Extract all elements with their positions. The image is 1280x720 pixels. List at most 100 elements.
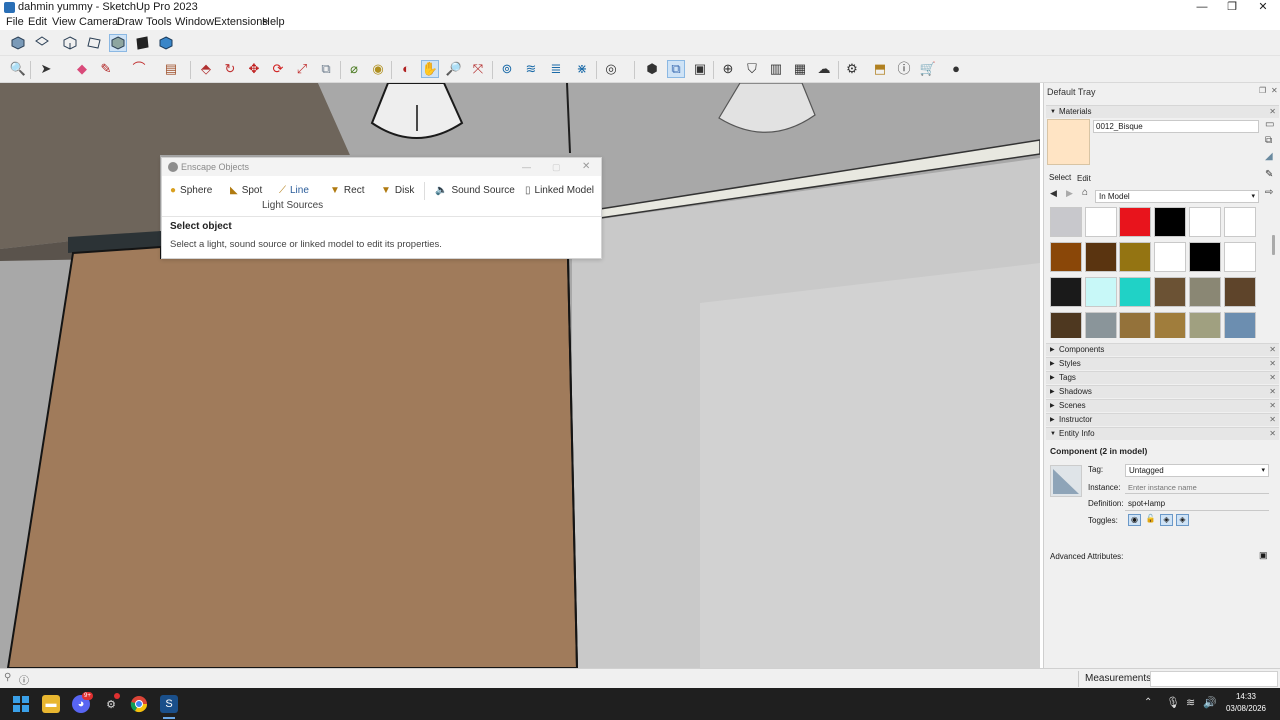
material-swatch[interactable] [1223,277,1256,307]
menu-window[interactable]: Window [175,15,214,30]
tray-close-icon[interactable]: ✕ [1271,86,1278,95]
minimize-icon[interactable]: — [1187,0,1217,15]
close-icon[interactable]: ✕ [1248,0,1278,15]
clock-time[interactable]: 14:33 [1226,692,1266,701]
material-swatch[interactable] [1050,312,1082,338]
tag-dropdown[interactable]: Untagged ▾ [1125,464,1269,477]
components-section-header[interactable]: ▶ Components ✕ [1046,343,1279,356]
menu-extensions[interactable]: Extensions [214,15,268,30]
menu-view[interactable]: View [52,15,76,30]
section-close-icon[interactable]: ✕ [1269,358,1276,370]
material-swatch[interactable] [1119,207,1152,237]
eraser-icon[interactable]: ◆ [73,60,91,78]
material-swatch[interactable] [1223,242,1256,272]
instructor-section-header[interactable]: ▶ Instructor ✕ [1046,413,1279,426]
rectangle-icon[interactable]: ▤ [162,60,180,78]
file-explorer-icon[interactable]: ▬ [42,695,60,713]
material-swatch[interactable] [1154,312,1187,338]
bottom-view-icon[interactable] [157,34,175,52]
enscape-upload-icon[interactable]: ☁ [815,60,833,78]
measurements-input[interactable] [1150,671,1278,687]
collection-dropdown[interactable]: In Model ▾ [1095,190,1259,203]
advanced-attributes-icon[interactable]: ▣ [1259,550,1268,561]
back-arrow-icon[interactable]: ◀ [1050,188,1057,199]
material-swatch[interactable] [1119,312,1152,338]
cast-shadows-toggle-icon[interactable]: ◈ [1160,514,1173,526]
enscape-objects-icon[interactable]: ⧉ [667,60,685,78]
push-pull-icon[interactable]: ⬘ [197,60,215,78]
enscape-views-icon[interactable]: ⛉ [743,60,761,78]
enscape-assets-icon[interactable]: ▥ [767,60,785,78]
sound-source-button[interactable]: 🔈 Sound Source [435,185,515,197]
arc-icon[interactable]: ⌒ [130,60,148,78]
material-swatch[interactable] [1119,242,1152,272]
enscape-account-icon[interactable]: ● [947,60,965,78]
create-material-icon[interactable]: ▭ [1265,119,1274,130]
extension-warehouse-icon[interactable]: ≋ [522,60,540,78]
definition-field[interactable]: spot+lamp [1125,498,1269,511]
dialog-close-icon[interactable]: ✕ [582,158,590,176]
material-swatch[interactable] [1188,312,1221,338]
menu-tools[interactable]: Tools [146,15,172,30]
visibility-toggle-icon[interactable]: ◉ [1128,514,1141,526]
material-swatch[interactable] [1188,277,1221,307]
sample-paint-icon[interactable]: ✎ [1265,169,1273,180]
spot-light-button[interactable]: ◣ Spot [230,185,262,197]
forward-arrow-icon[interactable]: ▶ [1066,188,1073,199]
enscape-start-icon[interactable]: ⬢ [643,60,661,78]
enscape-capture-icon[interactable]: ⬒ [871,60,889,78]
select-arrow-icon[interactable]: ➤ [37,60,55,78]
layout-icon[interactable]: ≣ [547,60,565,78]
enscape-cart-icon[interactable]: 🛒 [919,60,937,78]
info-icon[interactable]: ⓘ [19,672,29,687]
styles-section-header[interactable]: ▶ Styles ✕ [1046,357,1279,370]
materials-section-header[interactable]: ▼ Materials ✕ [1046,105,1279,118]
iso-view-icon[interactable] [9,34,27,52]
material-swatch[interactable] [1050,207,1082,237]
receive-shadows-toggle-icon[interactable]: ◈ [1176,514,1189,526]
pan-icon[interactable]: ✋ [421,60,439,78]
volume-icon[interactable]: 🔊 [1203,696,1217,709]
menu-edit[interactable]: Edit [28,15,47,30]
sphere-light-button[interactable]: ● Sphere [170,185,212,197]
search-icon[interactable]: 🔍 [9,60,27,78]
orbit-icon[interactable]: ◐ [397,60,415,78]
tags-section-header[interactable]: ▶ Tags ✕ [1046,371,1279,384]
tab-select[interactable]: Select [1049,173,1071,182]
tab-edit[interactable]: Edit [1077,174,1091,183]
scenes-section-header[interactable]: ▶ Scenes ✕ [1046,399,1279,412]
back-view-icon[interactable] [109,34,127,52]
section-close-icon[interactable]: ✕ [1269,106,1276,118]
extension-manager-icon[interactable]: ⋇ [573,60,591,78]
linked-model-button[interactable]: ▯ Linked Model [525,185,594,197]
dialog-maximize-icon[interactable]: ▢ [552,158,561,176]
default-material-icon[interactable]: ◢ [1265,151,1273,162]
material-swatch[interactable] [1188,207,1221,237]
wifi-icon[interactable]: ≋ [1186,696,1195,709]
enscape-add-icon[interactable]: ⊕ [719,60,737,78]
tray-pin-icon[interactable]: ❐ [1259,86,1266,95]
material-swatch[interactable] [1223,207,1256,237]
pencil-icon[interactable]: ✎ [97,60,115,78]
restore-icon[interactable]: ❐ [1217,0,1247,15]
front-view-icon[interactable] [61,34,79,52]
material-swatch[interactable] [1154,277,1187,307]
lock-toggle-icon[interactable]: 🔓 [1144,514,1157,526]
right-view-icon[interactable] [85,34,103,52]
enscape-sync-icon[interactable]: ▣ [691,60,709,78]
material-swatch[interactable] [1154,207,1187,237]
menu-camera[interactable]: Camera [79,15,118,30]
warehouse-icon[interactable]: ⊚ [498,60,516,78]
section-close-icon[interactable]: ✕ [1269,428,1276,440]
offset-icon[interactable]: ⧉ [317,60,335,78]
material-swatch[interactable] [1050,242,1082,272]
enscape-info-icon[interactable]: ⓘ [895,60,913,78]
material-swatch[interactable] [1084,277,1117,307]
left-view-icon[interactable] [133,34,151,52]
material-swatch[interactable] [1050,277,1082,307]
line-light-button[interactable]: ⟋ Line [279,185,309,197]
menu-file[interactable]: File [6,15,24,30]
material-swatch[interactable] [1188,242,1221,272]
entity-info-section-header[interactable]: ▼ Entity Info ✕ [1046,427,1279,440]
section-close-icon[interactable]: ✕ [1269,414,1276,426]
